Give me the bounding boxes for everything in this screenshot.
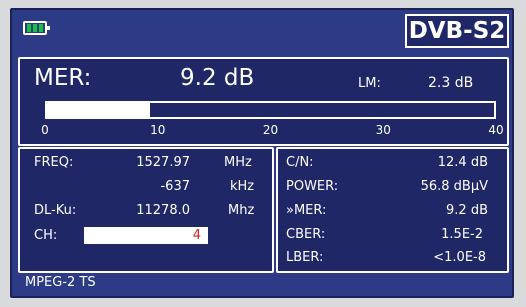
battery-icon (23, 21, 50, 35)
standard-badge: DVB-S2 (405, 14, 509, 48)
power-label: POWER: (286, 179, 339, 194)
battery-cell (27, 24, 31, 32)
scale-tick: 10 (150, 123, 166, 137)
mer-sub-label: »MER: (286, 203, 327, 218)
freq-unit: MHz (224, 155, 252, 170)
scale-tick: 20 (262, 123, 279, 137)
scale-tick: 30 (375, 123, 391, 137)
meter-screen: DVB-S2 MER: 9.2 dB LM: 2.3 dB 0 10 20 30… (10, 8, 514, 298)
mer-label: MER: (34, 65, 92, 91)
scale-tick: 0 (41, 123, 49, 137)
battery-tip (47, 26, 50, 30)
lm-value: 2.3 dB (428, 75, 474, 91)
mer-value: 9.2 dB (180, 65, 255, 91)
scale-tick: 40 (488, 123, 504, 137)
stream-type: MPEG-2 TS (25, 275, 96, 290)
mer-panel: MER: 9.2 dB LM: 2.3 dB 0 10 20 30 40 (18, 57, 509, 146)
lber-value: <1.0E-8 (433, 250, 486, 265)
dlku-value: 11278.0 (136, 203, 190, 218)
mer-sub-value: 9.2 dB (446, 203, 488, 218)
cn-value: 12.4 dB (437, 155, 488, 170)
freq-value: 1527.97 (136, 155, 190, 170)
cber-value: 1.5E-2 (441, 227, 483, 242)
measurements-panel: C/N: 12.4 dB POWER: 56.8 dBµV »MER: 9.2 … (276, 147, 509, 273)
battery-cell (33, 24, 37, 32)
mer-level-bar (45, 101, 496, 119)
offset-value: -637 (160, 179, 190, 194)
cber-label: CBER: (286, 227, 326, 242)
freq-label: FREQ: (34, 155, 74, 170)
power-value: 56.8 dBµV (420, 179, 488, 194)
channel-field[interactable]: 4 (84, 227, 208, 244)
tuning-panel: FREQ: 1527.97 MHz -637 kHz DL-Ku: 11278.… (18, 147, 274, 273)
mer-level-fill (47, 103, 150, 117)
lm-label: LM: (358, 76, 381, 91)
lber-label: LBER: (286, 250, 324, 265)
battery-cell (39, 24, 43, 32)
cn-label: C/N: (286, 155, 314, 170)
offset-unit: kHz (230, 179, 255, 194)
dlku-label: DL-Ku: (34, 203, 77, 218)
ch-label: CH: (34, 228, 58, 243)
dlku-unit: Mhz (228, 203, 255, 218)
